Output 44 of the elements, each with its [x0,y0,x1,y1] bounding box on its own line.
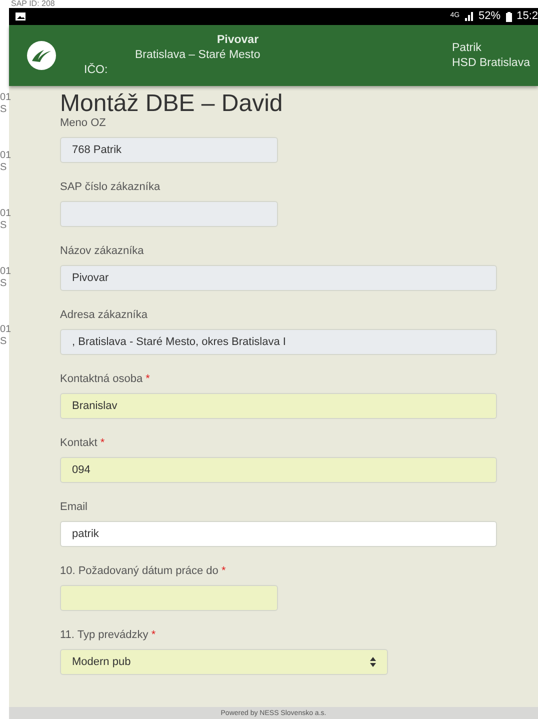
background-text: S [0,162,8,174]
field-label: Meno OZ [60,116,107,130]
background-text: 01 [0,208,9,220]
field-label: Adresa zákazníka [60,308,148,322]
company-name: Pivovar [216,33,260,48]
logo-icon [27,41,56,70]
user-branch: HSD Bratislava [452,56,531,70]
required-asterisk: * [146,373,150,385]
input-field: Pivovar [60,265,497,291]
field-label: 10. Požadovaný dátum práce do * [60,564,227,578]
signal-icon [464,12,474,21]
background-text: 01 [0,266,9,278]
input-field[interactable]: Branislav [60,393,497,419]
image-icon [15,12,26,21]
input-field[interactable] [60,585,278,611]
background-text: S [0,278,8,290]
background-text: S [0,220,8,232]
input-field: 768 Patrik [60,137,278,163]
background-text: S [0,336,8,348]
company-id-label: IČO: [83,63,109,78]
field-label: Kontakt * [60,436,106,450]
clock-time: 15:2 [516,9,538,24]
input-field[interactable]: 094 [60,457,497,483]
input-field: , Bratislava - Staré Mesto, okres Bratislava I [60,329,497,355]
updown-caret-icon [370,657,376,667]
battery-level: 52% [478,9,501,24]
required-asterisk: * [151,629,156,641]
field-label: 11. Typ prevádzky * [60,628,157,642]
field-label: Email [60,500,89,514]
field-label: Kontaktná osoba * [60,372,151,386]
background-text: 01 [0,150,9,162]
required-asterisk: * [221,565,226,577]
company-address: Bratislava – Staré Mesto [134,48,260,63]
battery-icon [506,12,512,22]
form-title: Montáž DBE – David [60,90,284,118]
background-text: 01 [0,92,9,104]
required-asterisk: * [100,437,105,449]
user-name: Patrik [452,40,482,56]
background-text: 01 [0,324,9,336]
select-field[interactable]: Modern pub [60,649,388,675]
input-field[interactable]: patrik [60,521,497,547]
field-label: SAP číslo zákazníka [60,180,162,194]
background-text: S [0,104,8,116]
field-label: Názov zákazníka [60,244,145,258]
